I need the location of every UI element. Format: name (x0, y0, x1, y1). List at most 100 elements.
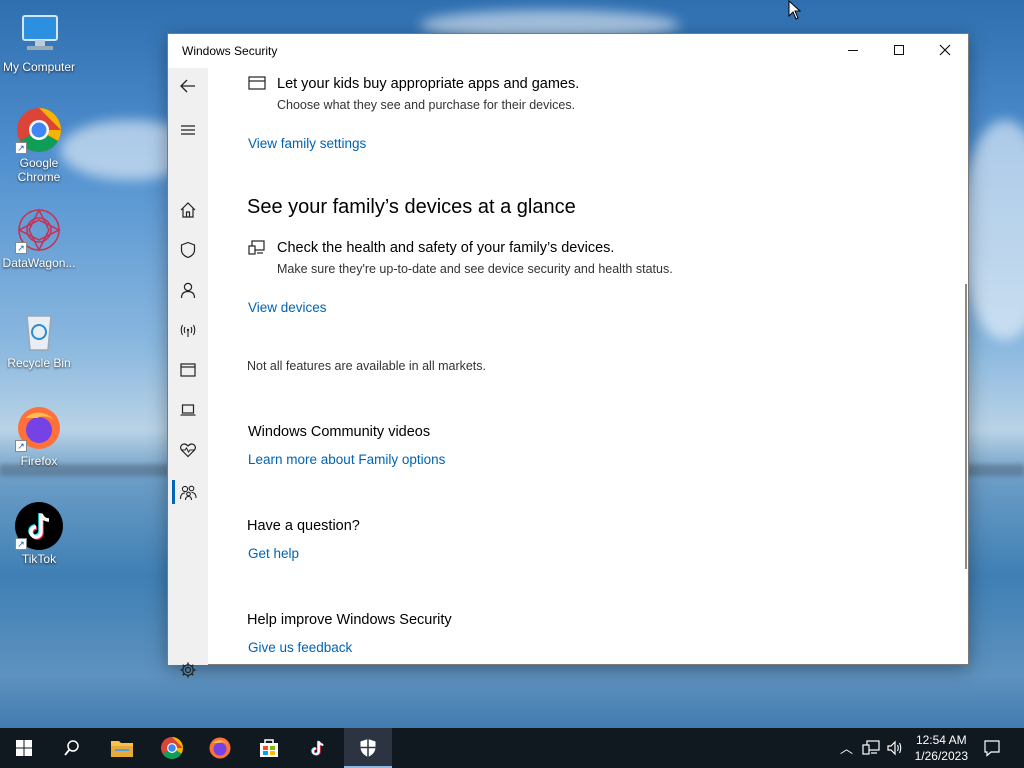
chevron-up-icon: ︿ (840, 741, 854, 756)
family-icon (179, 485, 197, 501)
nav-item-device-security[interactable] (168, 392, 208, 428)
desktop-icon-label: TikTok (21, 552, 57, 566)
chrome-icon: ↗ (15, 106, 63, 154)
tiktok-icon (311, 740, 324, 756)
community-videos-heading: Windows Community videos (248, 424, 431, 440)
improve-heading: Help improve Windows Security (247, 612, 452, 628)
devices-row-subtitle: Make sure they're up-to-date and see dev… (277, 262, 673, 276)
nav-item-virus-protection[interactable] (168, 232, 208, 268)
volume-icon[interactable] (886, 740, 904, 756)
view-family-settings-link[interactable]: View family settings (248, 136, 366, 151)
vertical-scrollbar[interactable] (965, 284, 967, 569)
monitor-icon (15, 10, 63, 58)
window-title: Windows Security (182, 44, 278, 58)
firefox-icon: ↗ (15, 404, 63, 452)
desktop-icon-tiktok[interactable]: ↗ TikTok (0, 502, 78, 566)
close-icon (939, 44, 951, 56)
home-icon (180, 202, 196, 218)
desktop-icon-label: DataWagon... (2, 256, 76, 270)
taskbar-chrome[interactable] (148, 728, 196, 768)
search-icon (64, 740, 79, 756)
close-button[interactable] (922, 34, 968, 66)
navigation-rail (168, 68, 208, 678)
tiktok-icon: ↗ (15, 502, 63, 550)
desktop-icon-label: Firefox (20, 454, 58, 468)
devices-icon (248, 240, 265, 255)
store-icon (260, 739, 278, 757)
laptop-icon (180, 404, 196, 416)
shortcut-arrow-icon: ↗ (15, 242, 27, 254)
apps-row-subtitle: Choose what they see and purchase for th… (277, 98, 576, 112)
taskbar-store[interactable] (245, 728, 293, 768)
app-browser-icon (180, 363, 196, 377)
get-help-link[interactable]: Get help (248, 546, 299, 561)
minimize-button[interactable] (830, 34, 876, 66)
markets-note: Not all features are available in all ma… (247, 359, 487, 373)
action-center-button[interactable] (968, 728, 1016, 768)
menu-icon (181, 125, 195, 135)
chrome-icon (161, 737, 183, 759)
datawagon-icon: ↗ (15, 206, 63, 254)
desktop-icon-firefox[interactable]: ↗ Firefox (0, 404, 78, 468)
devices-heading: See your family’s devices at a glance (247, 196, 576, 218)
family-options-content: Let your kids buy appropriate apps and g… (208, 68, 966, 665)
desktop-icon-label: My Computer (2, 60, 76, 74)
firefox-icon (209, 737, 231, 759)
maximize-icon (894, 45, 904, 55)
start-button[interactable] (0, 728, 48, 768)
back-button[interactable] (168, 68, 208, 104)
question-heading: Have a question? (247, 518, 360, 534)
taskbar-clock[interactable]: 12:54 AM 1/26/2023 (915, 732, 968, 764)
heart-pulse-icon (180, 443, 196, 458)
windows-security-icon (360, 739, 376, 757)
maximize-button[interactable] (876, 34, 922, 66)
desktop-icon-label: Google Chrome (17, 156, 61, 184)
wireless-icon (180, 324, 196, 337)
recycle-bin-icon (15, 306, 63, 354)
taskbar: ︿ 12:54 AM 1/26/2023 (0, 728, 1024, 768)
desktop-icon-datawagon[interactable]: ↗ DataWagon... (0, 206, 78, 270)
nav-item-app-browser-control[interactable] (168, 352, 208, 388)
nav-item-firewall[interactable] (168, 312, 208, 348)
file-explorer-icon (111, 741, 133, 757)
mouse-cursor-icon (788, 0, 802, 20)
learn-more-family-options-link[interactable]: Learn more about Family options (248, 452, 445, 467)
apps-row-title: Let your kids buy appropriate apps and g… (277, 76, 580, 92)
clock-time: 12:54 AM (915, 733, 967, 747)
desktop-icon-recycle-bin[interactable]: Recycle Bin (0, 306, 78, 370)
gear-icon (180, 662, 196, 678)
desktop-icon-google-chrome[interactable]: ↗ Google Chrome (0, 106, 78, 184)
settings-button[interactable] (168, 652, 208, 688)
nav-item-home[interactable] (168, 192, 208, 228)
view-devices-link[interactable]: View devices (248, 300, 327, 315)
windows-security-window: Windows Security Let your kids buy appro… (167, 33, 969, 678)
notification-icon (984, 740, 1000, 757)
minimize-icon (848, 49, 858, 51)
title-bar[interactable]: Windows Security (168, 34, 968, 68)
taskbar-search-button[interactable] (48, 728, 96, 768)
menu-button[interactable] (168, 112, 208, 148)
show-hidden-icons-button[interactable]: ︿ (840, 738, 853, 757)
shortcut-arrow-icon: ↗ (15, 538, 27, 550)
start-icon (16, 740, 32, 756)
credit-card-icon (248, 76, 266, 90)
taskbar-firefox[interactable] (196, 728, 244, 768)
devices-row-title: Check the health and safety of your fami… (277, 240, 615, 256)
nav-item-device-performance[interactable] (168, 432, 208, 468)
shield-icon (180, 241, 196, 259)
shortcut-arrow-icon: ↗ (15, 142, 27, 154)
clock-date: 1/26/2023 (914, 749, 968, 763)
taskbar-windows-security[interactable] (344, 728, 392, 768)
nav-item-family-options[interactable] (168, 474, 208, 510)
give-feedback-link[interactable]: Give us feedback (248, 640, 352, 655)
desktop-icon-label: Recycle Bin (7, 356, 71, 370)
desktop-icon-my-computer[interactable]: My Computer (0, 10, 78, 74)
nav-item-account-protection[interactable] (168, 272, 208, 308)
back-arrow-icon (180, 79, 195, 93)
person-icon (180, 282, 196, 299)
taskbar-file-explorer[interactable] (98, 728, 146, 768)
taskbar-tiktok[interactable] (294, 728, 342, 768)
network-icon[interactable] (862, 740, 880, 756)
cloud-decor (960, 120, 1024, 340)
shortcut-arrow-icon: ↗ (15, 440, 27, 452)
